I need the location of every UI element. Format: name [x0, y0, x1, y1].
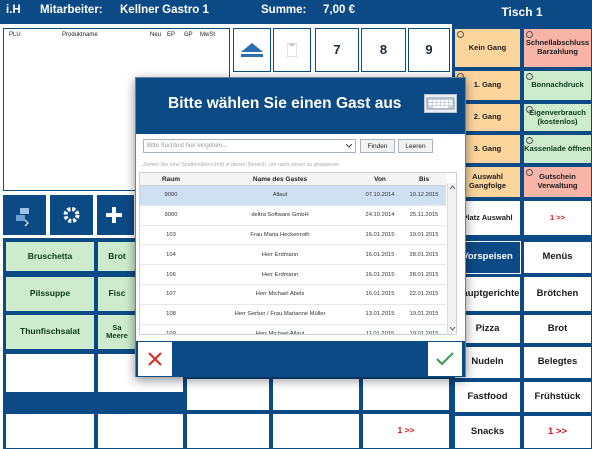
settings-button[interactable]	[50, 195, 93, 235]
category-snacks[interactable]: Snacks	[454, 415, 521, 449]
dialog-header: Bitte wählen Sie einen Gast aus	[136, 78, 465, 134]
check-icon	[436, 352, 454, 366]
search-input[interactable]: Bitte Suchtext hier eingeben...	[143, 139, 356, 153]
col-name[interactable]: Name des Gastes	[202, 173, 358, 186]
chevron-down-icon	[346, 144, 352, 148]
reprint-receipt-button[interactable]: Bonnachdruck	[523, 70, 592, 101]
user-initials: i.H	[6, 4, 21, 16]
numpad-8[interactable]: 8	[361, 28, 406, 72]
keyboard-icon	[426, 97, 455, 110]
dialog-footer	[136, 341, 465, 377]
categories-next-page-button[interactable]: 1 >>	[523, 415, 592, 449]
table-row[interactable]: 107 Herr Michael Abels 16.01.2015 22.01.201…	[140, 284, 446, 305]
scroll-down-arrow-icon	[449, 326, 456, 331]
guest-selection-dialog: Bitte wählen Sie einen Gast aus Bitte Su…	[135, 77, 466, 377]
search-dropdown-button[interactable]	[343, 140, 355, 152]
dialog-title: Bitte wählen Sie einen Gast aus	[168, 95, 402, 112]
product-empty[interactable]	[5, 413, 95, 449]
category-brot[interactable]: Brot	[523, 314, 592, 344]
product-empty[interactable]	[186, 413, 270, 449]
cancel-button[interactable]	[138, 342, 172, 376]
numpad-9[interactable]: 9	[408, 28, 450, 72]
product-empty[interactable]	[362, 378, 450, 411]
product-fisch[interactable]: Fisc	[97, 276, 137, 312]
close-icon	[148, 352, 162, 366]
gear-icon	[63, 207, 80, 223]
quick-cash-button[interactable]: Schnellabschluss Barzahlung	[523, 28, 592, 68]
table-transfer-icon	[16, 208, 29, 227]
product-salat-meeresfruechte[interactable]: Sa Meere	[97, 314, 137, 350]
numpad-7[interactable]: 7	[315, 28, 359, 72]
table-row[interactable]: 109 Herr Michael Allaut 11.01.2015 19.01.20…	[140, 324, 446, 334]
functions-next-page-button[interactable]: 1 >>	[523, 200, 592, 236]
table-row[interactable]: 103 Frau Maria Heckenroth 16.01.2015 19.01.…	[140, 225, 446, 246]
product-thunfischsalat[interactable]: Thunfischsalat	[5, 314, 95, 350]
col-ep: EP	[167, 32, 176, 38]
open-drawer-button[interactable]: Kassenlade öffnen	[523, 134, 592, 164]
table-row[interactable]: 9000 deltra Software GmbH 24.10.2014 25.11.…	[140, 205, 446, 226]
col-plu: PLU	[9, 32, 21, 38]
product-empty[interactable]	[272, 413, 360, 449]
clipboard-icon	[287, 43, 297, 57]
col-neu: Neu	[150, 32, 162, 38]
sum-label: Summe:	[261, 4, 307, 16]
scroll-up-button[interactable]	[233, 28, 271, 72]
eject-up-icon	[241, 43, 263, 57]
staff-name: Kellner Gastro 1	[120, 4, 209, 16]
confirm-button[interactable]	[428, 342, 462, 376]
table-header-row: Raum Name des Gastes Von Bis	[140, 173, 446, 186]
product-empty[interactable]	[97, 413, 184, 449]
table-title: Tisch 1	[452, 0, 592, 24]
group-hint: Ziehen Sie eine Spaltenüberschrift in di…	[143, 162, 340, 168]
col-von[interactable]: Von	[358, 173, 402, 186]
table-scrollbar[interactable]	[447, 183, 456, 333]
disabled-tool-button[interactable]	[273, 28, 311, 72]
table-row[interactable]: 108 Herr Gerber / Frau Marianne Müller 13.…	[140, 304, 446, 325]
staff-label: Mitarbeiter:	[40, 4, 103, 16]
sum-value: 7,00 €	[323, 4, 355, 16]
scroll-up-arrow-icon	[449, 185, 456, 190]
category-broetchen[interactable]: Brötchen	[523, 276, 592, 312]
clear-button[interactable]: Leeren	[398, 139, 433, 153]
table-transfer-button[interactable]	[3, 195, 46, 235]
category-menues[interactable]: Menüs	[523, 241, 592, 274]
category-fastfood[interactable]: Fastfood	[454, 381, 521, 413]
guest-table: Raum Name des Gastes Von Bis 9000 Allaut 0…	[139, 172, 457, 335]
course-none-button[interactable]: Kein Gang	[454, 28, 521, 68]
voucher-management-button[interactable]: Gutschein Verwaltung	[523, 166, 592, 198]
col-raum[interactable]: Raum	[140, 173, 202, 186]
own-consumption-button[interactable]: Eigenverbrauch (kostenlos)	[523, 103, 592, 132]
table-row[interactable]: 9000 Allaut 07.10.2014 10.12.2015	[140, 185, 446, 206]
product-empty[interactable]	[272, 378, 360, 411]
col-produktname: Produktname	[62, 32, 98, 38]
product-brot[interactable]: Brot	[97, 241, 137, 272]
table-row[interactable]: 106 Herr Erdmann 16.01.2015 28.01.2015	[140, 264, 446, 285]
product-empty[interactable]	[186, 378, 270, 411]
product-empty[interactable]	[5, 353, 95, 393]
add-button[interactable]	[97, 195, 134, 235]
plus-icon	[106, 207, 122, 223]
table-row[interactable]: 104 Herr Erdmann 16.01.2015 28.01.2015	[140, 244, 446, 266]
category-fruehstueck[interactable]: Frühstück	[523, 381, 592, 413]
product-bruschetta[interactable]: Bruschetta	[5, 241, 95, 272]
col-gp: GP	[184, 32, 193, 38]
col-bis[interactable]: Bis	[402, 173, 446, 186]
find-button[interactable]: Finden	[360, 139, 395, 153]
products-next-page-button[interactable]: 1 >>	[362, 413, 450, 449]
col-mwst: MwSt	[200, 32, 215, 38]
product-pilssuppe[interactable]: Pilssuppe	[5, 276, 95, 312]
category-belegtes[interactable]: Belegtes	[523, 346, 592, 379]
keyboard-button[interactable]	[424, 94, 457, 113]
